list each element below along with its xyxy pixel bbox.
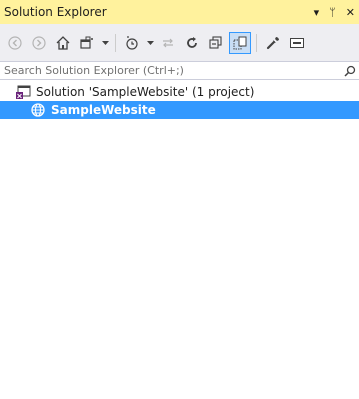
forward-button[interactable] xyxy=(28,32,50,54)
tree-node-project-label: SampleWebsite xyxy=(51,103,156,117)
pending-changes-dropdown[interactable] xyxy=(145,32,155,54)
switch-views-icon xyxy=(80,36,93,49)
refresh-icon xyxy=(187,36,197,48)
preview-icon xyxy=(290,37,304,48)
sync-with-active-document-button[interactable] xyxy=(157,32,179,54)
tree-node-solution[interactable]: Solution 'SampleWebsite' (1 project) xyxy=(0,83,359,101)
chevron-down-icon xyxy=(146,40,154,45)
back-button[interactable] xyxy=(4,32,26,54)
home-button[interactable] xyxy=(52,32,74,54)
properties-button[interactable] xyxy=(262,32,284,54)
tree-node-project[interactable]: SampleWebsite xyxy=(0,101,359,119)
preview-selected-items-button[interactable] xyxy=(286,32,308,54)
wrench-icon xyxy=(266,36,279,49)
switch-views-button[interactable] xyxy=(76,32,98,54)
window-title: Solution Explorer xyxy=(4,5,107,19)
chevron-down-icon xyxy=(101,40,109,45)
pin-icon[interactable]: ᛘ xyxy=(329,7,336,18)
solution-tree: Solution 'SampleWebsite' (1 project) Sam… xyxy=(0,83,359,119)
home-icon xyxy=(56,35,70,50)
title-bar: Solution Explorer ▾ ᛘ ✕ xyxy=(0,0,359,24)
search-bar xyxy=(0,62,359,80)
close-icon[interactable]: ✕ xyxy=(346,7,355,18)
show-all-files-icon xyxy=(233,36,247,49)
forward-arrow-icon xyxy=(32,35,46,50)
solution-icon xyxy=(15,84,31,100)
collapse-all-button[interactable] xyxy=(205,32,227,54)
tree-node-solution-label: Solution 'SampleWebsite' (1 project) xyxy=(36,85,255,99)
window-actions: ▾ ᛘ ✕ xyxy=(314,7,359,18)
back-arrow-icon xyxy=(8,35,22,50)
globe-icon xyxy=(30,102,46,118)
refresh-button[interactable] xyxy=(181,32,203,54)
toolbar-separator xyxy=(115,33,116,52)
sync-arrows-icon xyxy=(163,38,173,47)
search-icon[interactable] xyxy=(341,63,359,79)
toolbar xyxy=(0,24,359,62)
show-all-files-button[interactable] xyxy=(229,31,251,54)
switch-views-dropdown[interactable] xyxy=(100,32,110,54)
collapse-all-icon xyxy=(209,35,222,49)
toolbar-separator xyxy=(256,33,257,52)
search-input[interactable] xyxy=(4,64,341,77)
window-options-dropdown-icon[interactable]: ▾ xyxy=(314,7,320,18)
clock-icon xyxy=(126,35,138,50)
pending-changes-filter-button[interactable] xyxy=(121,32,143,54)
